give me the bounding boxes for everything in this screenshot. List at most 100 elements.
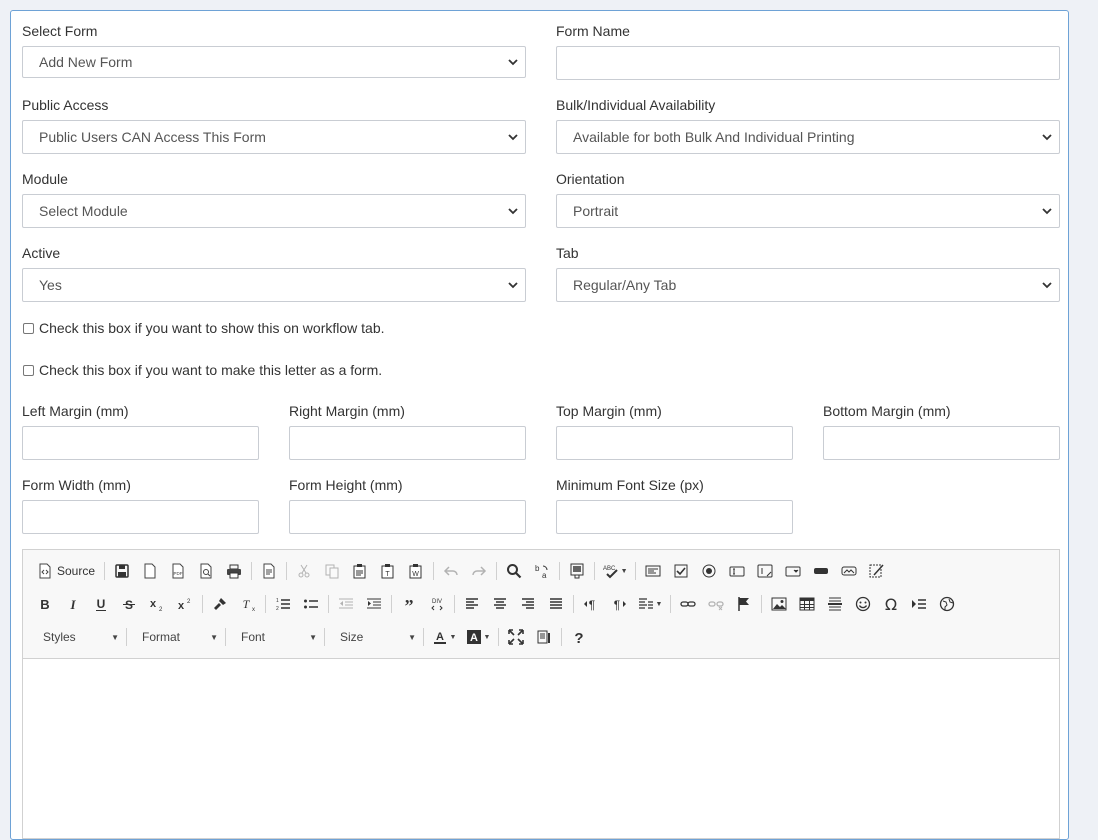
remove-format-icon: Tx	[243, 597, 255, 612]
special-char-button[interactable]: Ω	[879, 593, 903, 615]
subscript-button[interactable]: x2	[145, 593, 169, 615]
cut-button[interactable]	[292, 560, 316, 582]
preview-button[interactable]	[194, 560, 218, 582]
align-center-button[interactable]	[488, 593, 512, 615]
paste-button[interactable]	[348, 560, 372, 582]
language-button[interactable]: ▼	[635, 593, 665, 615]
copy-button[interactable]	[320, 560, 344, 582]
availability-dropdown[interactable]: Available for both Bulk And Individual P…	[556, 120, 1060, 154]
horizontal-line-button[interactable]	[823, 593, 847, 615]
form-width-input[interactable]	[22, 500, 259, 534]
svg-text:A: A	[436, 631, 444, 643]
active-dropdown[interactable]: Yes	[22, 268, 526, 302]
select-field-button[interactable]	[781, 560, 805, 582]
bottom-margin-input[interactable]	[823, 426, 1060, 460]
dropdown-arrow-icon: ▼	[408, 632, 416, 642]
form-height-input[interactable]	[289, 500, 526, 534]
image-button[interactable]	[767, 593, 791, 615]
italic-button[interactable]: I	[61, 593, 85, 615]
remove-format-button[interactable]: Tx	[236, 593, 260, 615]
source-button[interactable]: Source	[33, 560, 99, 582]
align-left-button[interactable]	[460, 593, 484, 615]
textarea-button[interactable]	[753, 560, 777, 582]
chevron-down-icon	[1042, 134, 1052, 141]
div-icon: DIV	[431, 599, 443, 611]
svg-text:b: b	[535, 564, 540, 573]
hidden-field-button[interactable]	[865, 560, 889, 582]
copy-formatting-button[interactable]	[208, 593, 232, 615]
select-form-dropdown[interactable]: Add New Form	[22, 46, 526, 78]
svg-text:W: W	[412, 571, 419, 578]
print-button[interactable]	[222, 560, 246, 582]
export-pdf-button[interactable]: PDF	[166, 560, 190, 582]
text-field-icon	[729, 566, 745, 577]
checkbox-button[interactable]	[669, 560, 693, 582]
strikethrough-button[interactable]: S	[117, 593, 141, 615]
blockquote-button[interactable]: ”	[397, 593, 421, 615]
right-margin-input[interactable]	[289, 426, 526, 460]
tab-dropdown[interactable]: Regular/Any Tab	[556, 268, 1060, 302]
min-font-size-input[interactable]	[556, 500, 793, 534]
radio-button[interactable]	[697, 560, 721, 582]
indent-button[interactable]	[362, 593, 386, 615]
spellcheck-button[interactable]: ABC ▼	[600, 560, 630, 582]
maximize-button[interactable]	[504, 626, 528, 648]
superscript-button[interactable]: x2	[173, 593, 197, 615]
text-direction-rtl-button[interactable]: ¶	[607, 593, 631, 615]
underline-button[interactable]: U	[89, 593, 113, 615]
button-field-button[interactable]	[809, 560, 833, 582]
templates-button[interactable]	[257, 560, 281, 582]
left-margin-input[interactable]	[22, 426, 259, 460]
page-break-button[interactable]	[907, 593, 931, 615]
module-dropdown[interactable]: Select Module	[22, 194, 526, 228]
form-button[interactable]	[641, 560, 665, 582]
text-direction-ltr-button[interactable]: ¶	[579, 593, 603, 615]
save-button[interactable]	[110, 560, 134, 582]
undo-button[interactable]	[439, 560, 463, 582]
workflow-checkbox-row[interactable]: Check this box if you want to show this …	[23, 320, 385, 336]
paste-text-button[interactable]: T	[376, 560, 400, 582]
styles-combo[interactable]: Styles ▼	[33, 626, 125, 648]
toolbar-separator	[423, 628, 424, 646]
bold-button[interactable]: B	[33, 593, 57, 615]
iframe-button[interactable]	[935, 593, 959, 615]
svg-text:A: A	[470, 632, 478, 644]
redo-button[interactable]	[467, 560, 491, 582]
select-all-button[interactable]	[565, 560, 589, 582]
dropdown-arrow-icon: ▼	[655, 600, 663, 608]
unlink-button[interactable]	[704, 593, 728, 615]
public-access-dropdown[interactable]: Public Users CAN Access This Form	[22, 120, 526, 154]
top-margin-input[interactable]	[556, 426, 793, 460]
numbered-list-button[interactable]: 12	[271, 593, 295, 615]
orientation-dropdown[interactable]: Portrait	[556, 194, 1060, 228]
image-button-field-button[interactable]	[837, 560, 861, 582]
workflow-checkbox[interactable]	[23, 322, 34, 334]
new-page-button[interactable]	[138, 560, 162, 582]
create-div-button[interactable]: DIV	[425, 593, 449, 615]
table-button[interactable]	[795, 593, 819, 615]
help-button[interactable]: ?	[567, 626, 591, 648]
editor-content-area[interactable]	[23, 659, 1059, 838]
anchor-button[interactable]	[732, 593, 756, 615]
letter-form-checkbox[interactable]	[23, 364, 34, 376]
align-right-button[interactable]	[516, 593, 540, 615]
bulleted-list-button[interactable]	[299, 593, 323, 615]
text-color-button[interactable]: A ▼	[429, 626, 459, 648]
text-field-button[interactable]	[725, 560, 749, 582]
size-combo[interactable]: Size ▼	[330, 626, 422, 648]
smiley-button[interactable]	[851, 593, 875, 615]
outdent-button[interactable]	[334, 593, 358, 615]
underline-icon: U	[96, 597, 106, 611]
replace-button[interactable]: ba	[530, 560, 554, 582]
paste-word-button[interactable]: W	[404, 560, 428, 582]
form-name-input[interactable]	[556, 46, 1060, 80]
font-combo[interactable]: Font ▼	[231, 626, 323, 648]
background-color-button[interactable]: A ▼	[463, 626, 493, 648]
letter-form-checkbox-row[interactable]: Check this box if you want to make this …	[23, 362, 382, 378]
find-button[interactable]	[502, 560, 526, 582]
justify-button[interactable]	[544, 593, 568, 615]
link-button[interactable]	[676, 593, 700, 615]
dropdown-arrow-icon: ▼	[111, 632, 119, 642]
format-combo[interactable]: Format ▼	[132, 626, 224, 648]
show-blocks-button[interactable]	[532, 626, 556, 648]
